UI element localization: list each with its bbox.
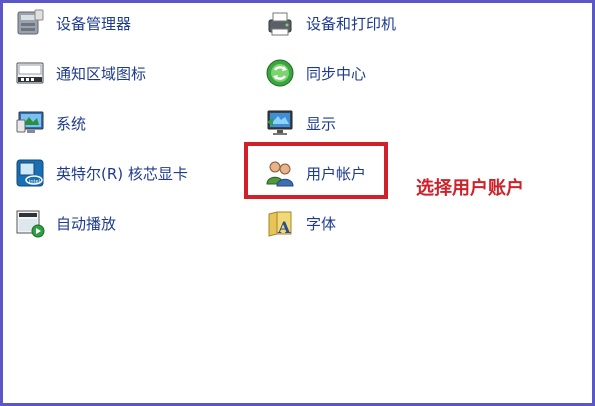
devices-and-printers-label: 设备和打印机 [306, 14, 397, 33]
display-icon [263, 106, 297, 140]
fonts-item[interactable]: A 字体 [263, 205, 336, 241]
devices-and-printers-item[interactable]: 设备和打印机 [263, 5, 396, 41]
notification-area-icons-label: 通知区域图标 [56, 64, 147, 83]
sync-center-label: 同步中心 [306, 64, 367, 83]
control-panel-frame: 设备管理器 通知区域图标 系统 intel 英特尔(R) 核芯显卡 自动播放 设… [0, 0, 595, 406]
autoplay-icon [13, 206, 47, 240]
fonts-icon: A [263, 206, 297, 240]
svg-text:A: A [277, 218, 291, 237]
device-manager-item[interactable]: 设备管理器 [13, 5, 131, 41]
sync-center-item[interactable]: 同步中心 [263, 55, 366, 91]
autoplay-item[interactable]: 自动播放 [13, 205, 116, 241]
devices-and-printers-icon [263, 6, 297, 40]
autoplay-label: 自动播放 [56, 214, 117, 233]
notification-area-icons-item[interactable]: 通知区域图标 [13, 55, 146, 91]
display-item[interactable]: 显示 [263, 105, 336, 141]
system-label: 系统 [56, 114, 87, 133]
fonts-label: 字体 [306, 214, 337, 233]
device-manager-label: 设备管理器 [56, 14, 132, 33]
user-accounts-highlight-box [244, 142, 388, 199]
display-label: 显示 [306, 114, 337, 133]
svg-text:intel: intel [29, 179, 40, 185]
system-icon [13, 106, 47, 140]
annotation-text: 选择用户账户 [416, 178, 524, 199]
system-item[interactable]: 系统 [13, 105, 86, 141]
sync-center-icon [263, 56, 297, 90]
device-manager-icon [13, 6, 47, 40]
notification-area-icons-icon [13, 56, 47, 90]
intel-graphics-icon: intel [13, 156, 47, 190]
intel-graphics-label: 英特尔(R) 核芯显卡 [56, 164, 188, 183]
intel-graphics-item[interactable]: intel 英特尔(R) 核芯显卡 [13, 155, 188, 191]
